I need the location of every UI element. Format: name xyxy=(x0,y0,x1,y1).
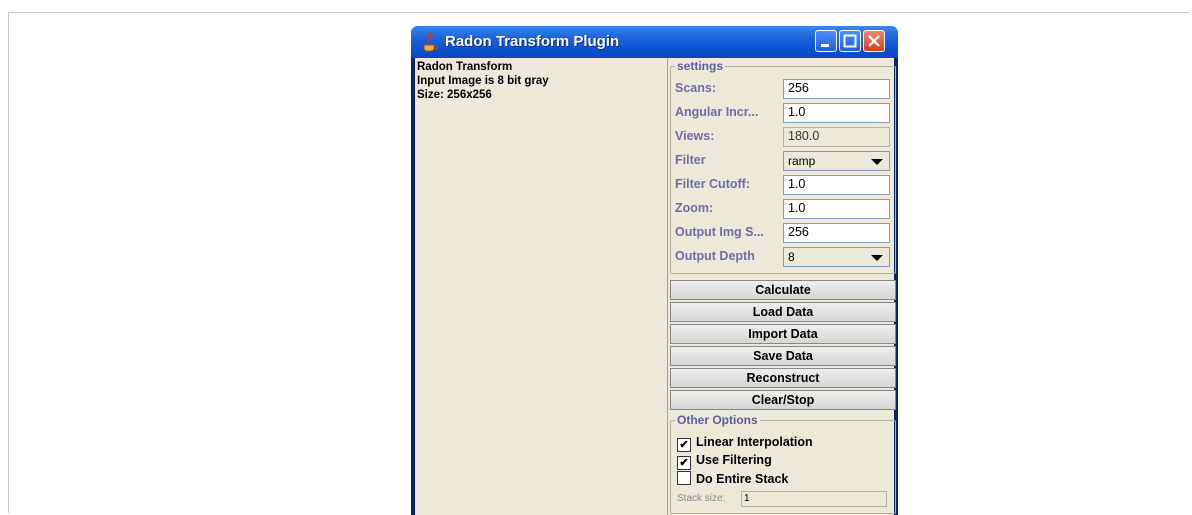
output-image-size-label: Output Img S... xyxy=(675,225,764,239)
checkbox-checked-icon: ✔ xyxy=(677,456,691,470)
linear-interpolation-label: Linear Interpolation xyxy=(696,435,813,449)
filter-cutoff-label: Filter Cutoff: xyxy=(675,177,750,191)
use-filtering-label: Use Filtering xyxy=(696,453,772,467)
calculate-button[interactable]: Calculate xyxy=(670,280,896,300)
filter-label: Filter xyxy=(675,153,706,167)
do-entire-stack-label: Do Entire Stack xyxy=(696,472,789,486)
chevron-down-icon xyxy=(871,159,883,165)
maximize-button[interactable] xyxy=(839,30,861,52)
checkbox-unchecked-icon xyxy=(677,471,691,485)
close-button[interactable] xyxy=(863,30,885,52)
clear-stop-button[interactable]: Clear/Stop xyxy=(670,390,896,410)
do-entire-stack-checkbox[interactable]: Do Entire Stack xyxy=(677,471,788,486)
angular-increment-label: Angular Incr... xyxy=(675,105,759,119)
linear-interpolation-checkbox[interactable]: ✔ Linear Interpolation xyxy=(677,435,813,452)
info-line-1: Radon Transform xyxy=(417,61,513,73)
reconstruct-button[interactable]: Reconstruct xyxy=(670,368,896,388)
title-bar[interactable]: Radon Transform Plugin xyxy=(411,26,898,58)
filter-cutoff-field[interactable]: 1.0 xyxy=(783,175,890,195)
save-data-button[interactable]: Save Data xyxy=(670,346,896,366)
scans-label: Scans: xyxy=(675,81,716,95)
plugin-window: Radon Transform Plugin Radon Transform I… xyxy=(411,26,898,515)
close-icon xyxy=(868,35,880,47)
zoom-field[interactable]: 1.0 xyxy=(783,199,890,219)
other-options-group: Other Options ✔ Linear Interpolation ✔ Use… xyxy=(670,413,896,514)
stack-size-field: 1 xyxy=(741,491,887,507)
views-field: 180.0 xyxy=(783,127,890,147)
other-options-legend: Other Options xyxy=(675,413,760,427)
info-panel: Radon Transform Input Image is 8 bit gra… xyxy=(415,58,668,515)
output-depth-label: Output Depth xyxy=(675,249,755,263)
minimize-icon xyxy=(821,44,829,47)
settings-group: settings Scans: 256 Angular Incr... 1.0 … xyxy=(670,59,896,274)
minimize-button[interactable] xyxy=(815,30,837,52)
window-client: Radon Transform Input Image is 8 bit gra… xyxy=(415,58,896,515)
views-label: Views: xyxy=(675,129,715,143)
angular-increment-field[interactable]: 1.0 xyxy=(783,103,890,123)
window-title: Radon Transform Plugin xyxy=(445,33,620,50)
output-depth-value: 8 xyxy=(788,250,795,264)
chevron-down-icon xyxy=(871,255,883,261)
output-depth-select[interactable]: 8 xyxy=(783,247,890,267)
scans-field[interactable]: 256 xyxy=(783,79,890,99)
zoom-label: Zoom: xyxy=(675,201,714,215)
controls-panel: settings Scans: 256 Angular Incr... 1.0 … xyxy=(670,58,898,515)
load-data-button[interactable]: Load Data xyxy=(670,302,896,322)
info-line-2: Input Image is 8 bit gray xyxy=(417,75,549,87)
java-cup-icon xyxy=(423,31,438,52)
settings-legend: settings xyxy=(675,59,726,73)
import-data-button[interactable]: Import Data xyxy=(670,324,896,344)
output-image-size-field[interactable]: 256 xyxy=(783,223,890,243)
info-line-3: Size: 256x256 xyxy=(417,89,492,101)
filter-select[interactable]: ramp xyxy=(783,151,890,171)
stack-size-label: Stack size: xyxy=(677,493,726,504)
filter-value: ramp xyxy=(788,154,816,168)
use-filtering-checkbox[interactable]: ✔ Use Filtering xyxy=(677,453,772,470)
checkbox-checked-icon: ✔ xyxy=(677,438,691,452)
maximize-icon xyxy=(843,34,857,48)
